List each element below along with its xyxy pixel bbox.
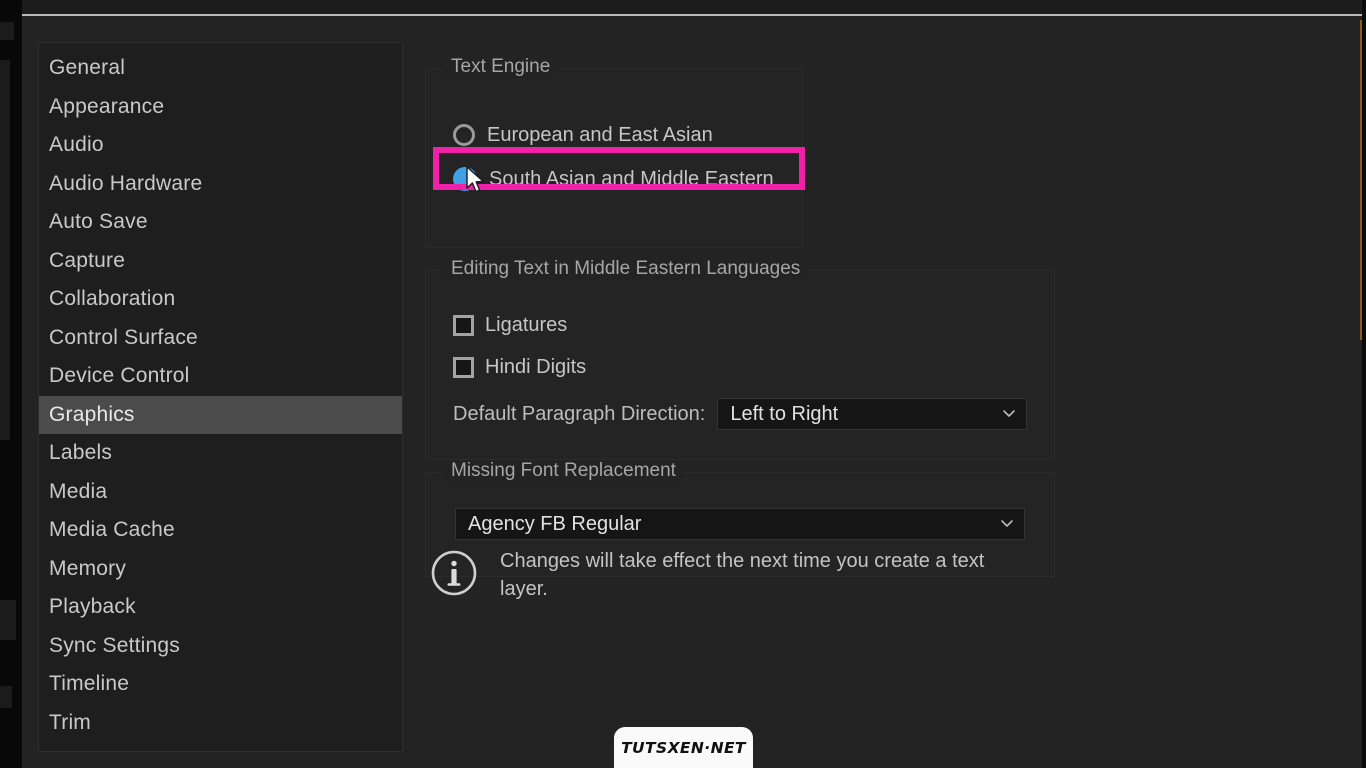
missing-font-group-title: Missing Font Replacement bbox=[443, 460, 684, 482]
sidebar-item-label: Audio bbox=[49, 133, 104, 157]
sidebar-item-label: Control Surface bbox=[49, 325, 198, 349]
info-note: Changes will take effect the next time y… bbox=[430, 547, 1050, 604]
sidebar-item-label: Labels bbox=[49, 441, 113, 465]
sidebar-item-media-cache[interactable]: Media Cache bbox=[39, 511, 402, 550]
sidebar-item-label: Appearance bbox=[49, 94, 165, 118]
right-black-bar bbox=[1362, 0, 1366, 768]
missing-font-dropdown[interactable]: Agency FB Regular bbox=[455, 508, 1025, 540]
chevron-down-icon bbox=[1002, 406, 1016, 420]
checkbox-label: Hindi Digits bbox=[485, 355, 587, 378]
right-amber-accent-line bbox=[1360, 20, 1362, 340]
preferences-window: General Appearance Audio Audio Hardware … bbox=[0, 0, 1366, 768]
text-engine-group-title: Text Engine bbox=[443, 56, 559, 78]
checkbox-ligatures[interactable]: Ligatures bbox=[453, 310, 567, 340]
sidebar-item-label: Graphics bbox=[49, 402, 135, 426]
sidebar-item-label: Media Cache bbox=[49, 518, 175, 542]
sidebar-item-labels[interactable]: Labels bbox=[39, 434, 402, 473]
paragraph-direction-label: Default Paragraph Direction: bbox=[453, 402, 706, 425]
sidebar-item-label: Device Control bbox=[49, 364, 190, 388]
sidebar-item-graphics[interactable]: Graphics bbox=[39, 395, 402, 434]
watermark: TUTSXEN·NET bbox=[614, 727, 753, 768]
text-engine-group: Text Engine European and East Asian Sout… bbox=[425, 56, 803, 248]
dropdown-value: Agency FB Regular bbox=[468, 512, 642, 535]
preferences-category-list[interactable]: General Appearance Audio Audio Hardware … bbox=[38, 42, 403, 752]
info-circle-icon bbox=[430, 549, 478, 597]
sidebar-item-label: Media bbox=[49, 479, 108, 503]
sidebar-item-control-surface[interactable]: Control Surface bbox=[39, 319, 402, 358]
sidebar-item-label: Timeline bbox=[49, 672, 130, 696]
sidebar-item-general[interactable]: General bbox=[39, 49, 402, 88]
left-partial-ui-a bbox=[0, 22, 14, 40]
sidebar-item-media[interactable]: Media bbox=[39, 473, 402, 512]
sidebar-item-label: General bbox=[49, 56, 126, 80]
radio-label: South Asian and Middle Eastern bbox=[489, 167, 774, 190]
sidebar-item-label: Memory bbox=[49, 556, 127, 580]
editing-text-group: Editing Text in Middle Eastern Languages… bbox=[425, 258, 1055, 460]
sidebar-item-label: Trim bbox=[49, 710, 92, 734]
checkbox-label: Ligatures bbox=[485, 313, 568, 336]
sidebar-item-audio-hardware[interactable]: Audio Hardware bbox=[39, 165, 402, 204]
radio-south-asian-middle-eastern[interactable]: South Asian and Middle Eastern bbox=[453, 162, 774, 196]
watermark-text: TUTSXEN·NET bbox=[621, 738, 746, 757]
dropdown-value: Left to Right bbox=[730, 402, 839, 425]
checkbox-indicator bbox=[453, 356, 474, 378]
left-partial-ui-b bbox=[0, 60, 10, 440]
sidebar-item-auto-save[interactable]: Auto Save bbox=[39, 203, 402, 242]
sidebar-item-audio[interactable]: Audio bbox=[39, 126, 402, 165]
radio-indicator-unselected bbox=[453, 124, 475, 146]
window-top-divider bbox=[0, 14, 1366, 16]
window-top-strip bbox=[0, 0, 1366, 14]
sidebar-item-label: Audio Hardware bbox=[49, 171, 203, 195]
sidebar-item-label: Playback bbox=[49, 595, 136, 619]
left-partial-ui-d bbox=[0, 686, 12, 708]
sidebar-item-appearance[interactable]: Appearance bbox=[39, 88, 402, 127]
sidebar-item-sync-settings[interactable]: Sync Settings bbox=[39, 627, 402, 666]
sidebar-item-device-control[interactable]: Device Control bbox=[39, 357, 402, 396]
sidebar-item-trim[interactable]: Trim bbox=[39, 704, 402, 743]
editing-text-group-title: Editing Text in Middle Eastern Languages bbox=[443, 258, 809, 280]
sidebar-item-capture[interactable]: Capture bbox=[39, 242, 402, 281]
checkbox-indicator bbox=[453, 314, 474, 336]
paragraph-direction-dropdown[interactable]: Left to Right bbox=[717, 398, 1028, 430]
sidebar-item-label: Auto Save bbox=[49, 210, 148, 234]
sidebar-item-label: Sync Settings bbox=[49, 633, 180, 657]
sidebar-item-label: Capture bbox=[49, 248, 126, 272]
chevron-down-icon bbox=[1000, 516, 1014, 530]
info-message: Changes will take effect the next time y… bbox=[500, 550, 985, 601]
group-frame bbox=[425, 68, 803, 248]
radio-european-east-asian[interactable]: European and East Asian bbox=[453, 118, 713, 152]
checkbox-hindi-digits[interactable]: Hindi Digits bbox=[453, 352, 586, 382]
radio-indicator-selected bbox=[453, 167, 477, 191]
sidebar-item-timeline[interactable]: Timeline bbox=[39, 665, 402, 704]
sidebar-item-collaboration[interactable]: Collaboration bbox=[39, 280, 402, 319]
paragraph-direction-row: Default Paragraph Direction: Left to Rig… bbox=[453, 398, 1028, 430]
sidebar-item-memory[interactable]: Memory bbox=[39, 550, 402, 589]
sidebar-item-label: Collaboration bbox=[49, 287, 176, 311]
sidebar-item-playback[interactable]: Playback bbox=[39, 588, 402, 627]
graphics-settings-pane: Text Engine European and East Asian Sout… bbox=[425, 42, 1325, 702]
left-partial-ui-c bbox=[0, 600, 16, 640]
radio-label: European and East Asian bbox=[487, 123, 713, 146]
